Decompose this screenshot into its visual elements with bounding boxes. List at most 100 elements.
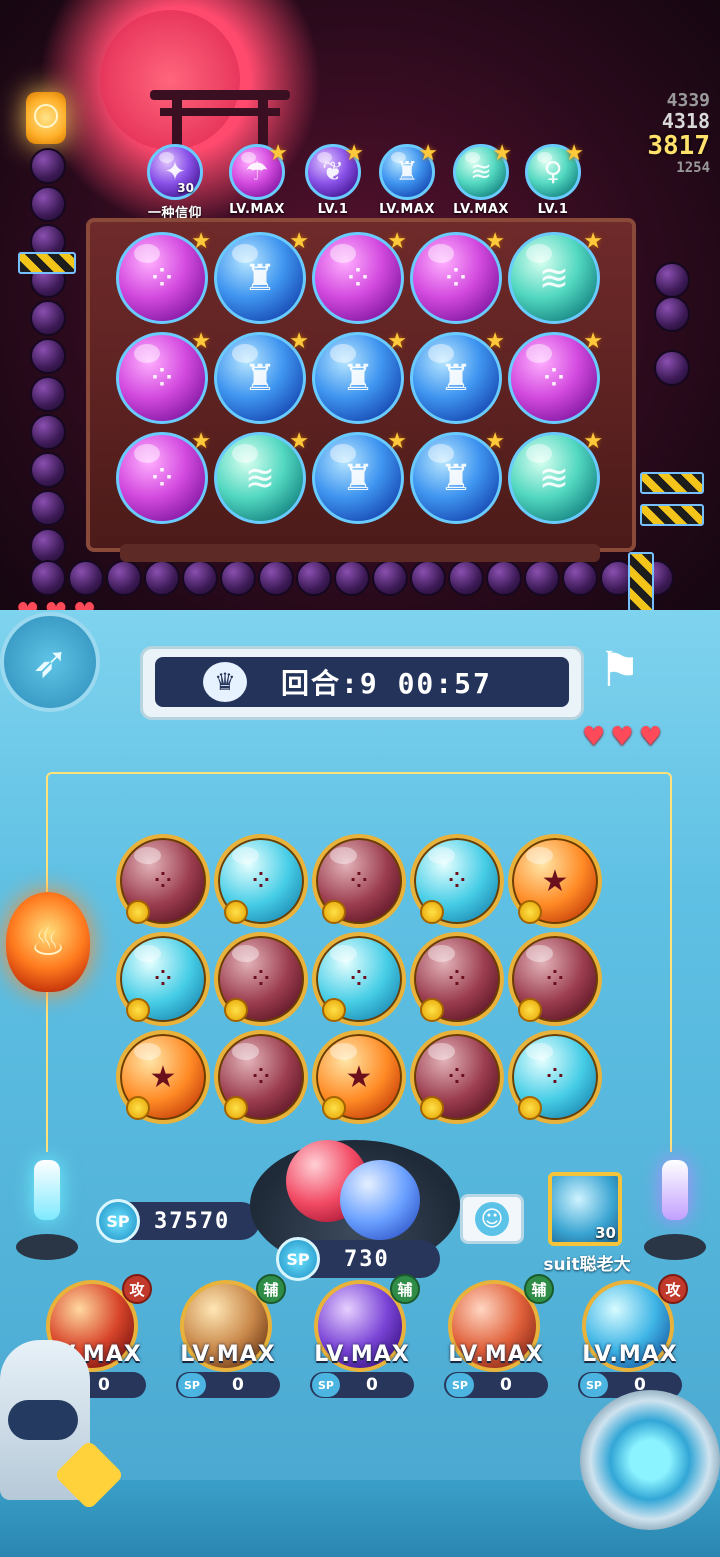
skill-sp-bar: SP 0: [176, 1372, 280, 1398]
bomb-icon: [30, 338, 66, 374]
skill-type-badge: 辅: [256, 1274, 286, 1304]
skill-orb-icon: ☂ ★: [229, 141, 288, 200]
bomb-icon: [334, 560, 370, 596]
skill-slot[interactable]: 辅 LV.MAX SP 0: [442, 1274, 558, 1400]
avatar-level: 30: [595, 1224, 616, 1242]
player-board-orb[interactable]: ★: [312, 1030, 406, 1124]
star-icon: ★: [564, 141, 584, 166]
item-label: LV.1: [537, 202, 569, 217]
bomb-icon: [410, 560, 446, 596]
opponent-board-orb: ≋ ★: [214, 429, 309, 524]
bomb-icon: [30, 490, 66, 526]
bomb-icon: [654, 262, 690, 298]
fish-emblem-icon: ➶: [0, 612, 100, 712]
bomb-icon: [654, 296, 690, 332]
sp-mini-icon: SP: [446, 1373, 474, 1397]
sp-mini-icon: SP: [580, 1373, 608, 1397]
opponent-board-orb: ♜ ★: [410, 329, 505, 424]
coin-icon: [126, 900, 150, 924]
skill-slot[interactable]: 辅 LV.MAX SP 0: [308, 1274, 424, 1400]
coin-icon: [224, 998, 248, 1022]
smiley-icon: ☺: [475, 1202, 509, 1236]
surrender-flag-button[interactable]: ⚑: [598, 644, 668, 696]
bomb-chain-left: [26, 148, 70, 578]
player-board-orb[interactable]: ⁘: [312, 834, 406, 928]
star-icon: ★: [485, 429, 505, 454]
player-board-orb[interactable]: ⁘: [410, 1030, 504, 1124]
opponent-skill-item: ✦ 30 一种信仰: [140, 144, 210, 221]
opponent-skill-item: ♜ ★ LV.MAX: [372, 141, 442, 217]
opponent-skill-item: ❦ ★ LV.1: [298, 141, 368, 217]
heart-icon: ♥: [582, 722, 606, 752]
score-shadow: 1254: [676, 160, 710, 176]
opponent-board-orb: ⁘ ★: [116, 429, 211, 524]
hazard-block: [628, 552, 654, 612]
opponent-score-stack: 4339 4318 3817 1254: [620, 90, 710, 177]
skill-sp-bar: SP 0: [444, 1372, 548, 1398]
player-board-orb[interactable]: ★: [508, 834, 602, 928]
player-board-orb[interactable]: ⁘: [214, 1030, 308, 1124]
opponent-board-orb: ≋ ★: [508, 229, 603, 324]
skill-type-badge: 辅: [390, 1274, 420, 1304]
opponent-area: ✦ 30 一种信仰 ☂ ★ LV.MAX ❦ ★ LV.1 ♜ ★ LV.MAX ≋ ★ LV.MAX ♀ ★ L…: [0, 0, 720, 640]
item-label: LV.MAX: [453, 202, 509, 217]
skill-level: LV.MAX: [314, 1342, 410, 1367]
skill-slot[interactable]: 辅 LV.MAX SP 0: [174, 1274, 290, 1400]
skill-type-badge: 攻: [122, 1274, 152, 1304]
star-icon: ★: [191, 329, 211, 354]
item-label: LV.MAX: [229, 202, 285, 217]
star-icon: ★: [387, 229, 407, 254]
star-icon: ★: [583, 329, 603, 354]
hazard-block: [18, 252, 76, 274]
player-board-orb[interactable]: ⁘: [410, 834, 504, 928]
player-board-orb[interactable]: ⁘: [116, 834, 210, 928]
board-footer: [120, 544, 600, 562]
flame-skill-icon[interactable]: ♨: [6, 892, 90, 992]
coin-icon: [420, 900, 444, 924]
player-board-orb[interactable]: ⁘: [410, 932, 504, 1026]
coin-icon: [224, 1096, 248, 1120]
bomb-icon: [30, 300, 66, 336]
sp-current-value: 730: [344, 1246, 390, 1272]
bomb-icon: [182, 560, 218, 596]
bomb-icon: [30, 148, 66, 184]
opponent-board-orb: ⁘ ★: [116, 229, 211, 324]
player-avatar[interactable]: 30: [548, 1172, 622, 1246]
skill-level: LV.MAX: [582, 1342, 678, 1367]
player-board-orb[interactable]: ⁘: [508, 932, 602, 1026]
star-icon: ★: [583, 429, 603, 454]
player-board-orb[interactable]: ⁘: [312, 932, 406, 1026]
opponent-board-orb: ♜ ★: [312, 429, 407, 524]
emoji-button[interactable]: ☺: [460, 1194, 524, 1244]
bomb-icon: [524, 560, 560, 596]
player-board-orb[interactable]: ⁘: [508, 1030, 602, 1124]
star-icon: ★: [492, 141, 512, 166]
score-shadow: 4318: [661, 109, 710, 133]
star-icon: ★: [289, 429, 309, 454]
bomb-icon: [30, 186, 66, 222]
skill-type-badge: 攻: [658, 1274, 688, 1304]
skill-slot[interactable]: 攻LV.MAXSP0: [576, 1274, 692, 1400]
skill-sp-value: 0: [500, 1375, 512, 1395]
coin-icon: [322, 900, 346, 924]
sp-coin-icon: SP: [96, 1199, 140, 1243]
sp-total-value: 37570: [154, 1208, 231, 1234]
bomb-icon: [258, 560, 294, 596]
skill-orb-icon: ♜ ★: [379, 141, 438, 200]
player-board-orb[interactable]: ⁘: [214, 834, 308, 928]
star-icon: ★: [289, 329, 309, 354]
star-icon: ★: [191, 229, 211, 254]
heart-icon: ♥: [638, 722, 663, 752]
player-board-orb[interactable]: ★: [116, 1030, 210, 1124]
item-label: LV.1: [317, 202, 349, 217]
skill-sp-value: 0: [98, 1375, 110, 1395]
bomb-icon: [220, 560, 256, 596]
player-board-orb[interactable]: ⁘: [116, 932, 210, 1026]
item-label: LV.MAX: [379, 202, 435, 217]
bomb-icon: [30, 414, 66, 450]
hazard-block: [640, 472, 704, 494]
next-ball-blue[interactable]: [340, 1160, 420, 1240]
player-board-orb[interactable]: ⁘: [214, 932, 308, 1026]
score-shadow: 4339: [666, 90, 710, 111]
skill-sp-value: 0: [366, 1375, 378, 1395]
